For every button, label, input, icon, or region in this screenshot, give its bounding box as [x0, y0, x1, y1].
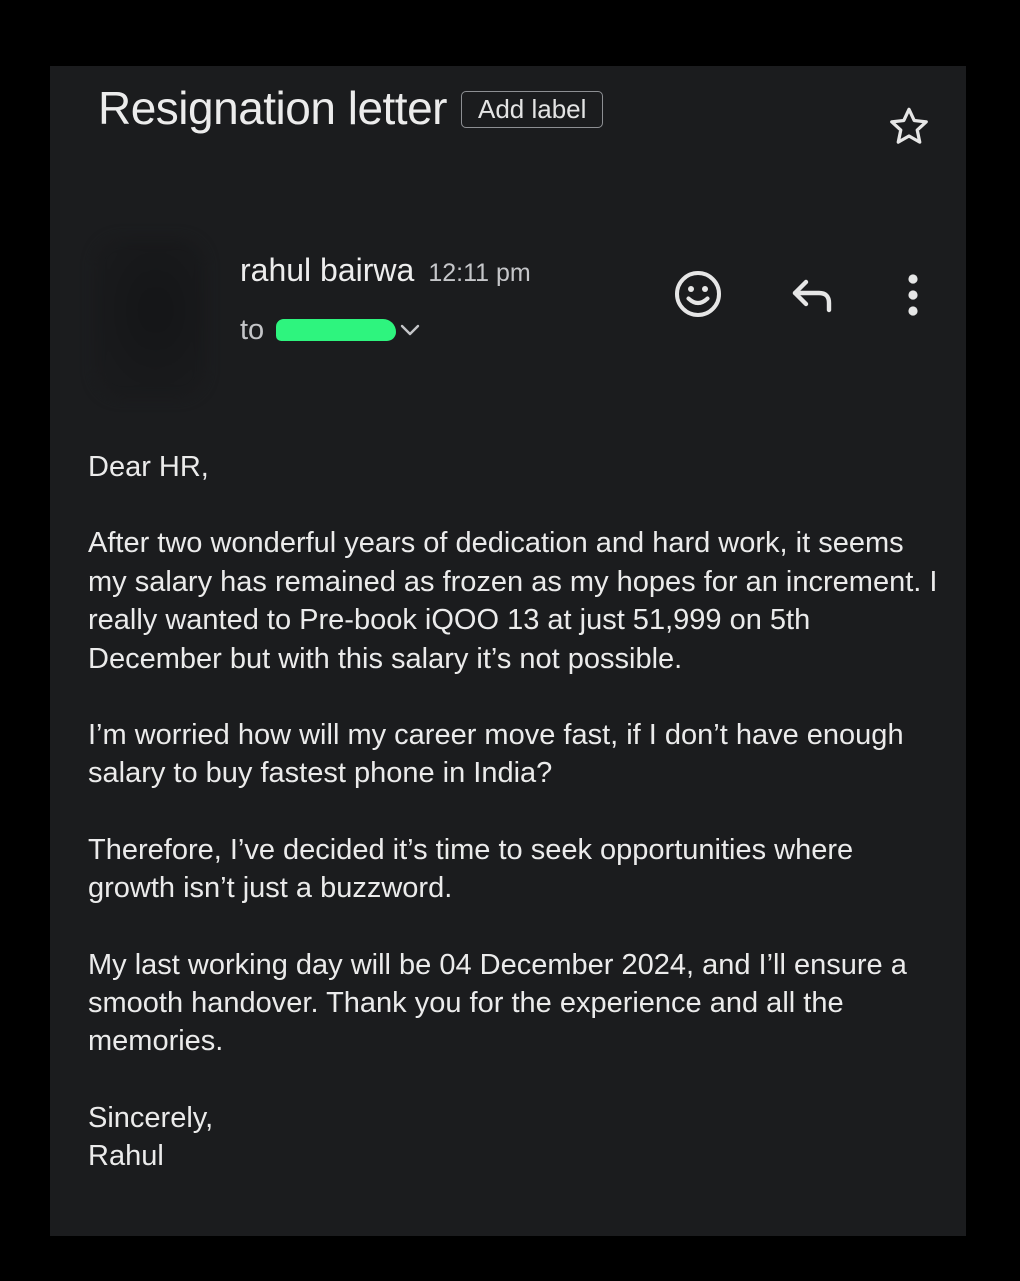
to-label: to: [240, 313, 265, 346]
star-icon[interactable]: [886, 104, 932, 150]
recipient-details-toggle[interactable]: to: [240, 312, 422, 348]
email-view: Resignation letter Add label rahul bairw…: [50, 66, 966, 1236]
avatar[interactable]: [94, 238, 206, 398]
sender-name[interactable]: rahul bairwa: [240, 252, 414, 289]
email-subject: Resignation letter: [98, 82, 447, 134]
greeting: Dear HR,: [88, 451, 209, 483]
body-paragraph: After two wonderful years of dedication …: [88, 527, 938, 675]
email-body: Dear HR, After two wonderful years of de…: [88, 448, 938, 1176]
redacted-recipient: [276, 319, 397, 341]
add-label-button[interactable]: Add label: [460, 90, 604, 128]
body-paragraph: I’m worried how will my career move fast…: [88, 719, 904, 790]
body-paragraph: Therefore, I’ve decided it’s time to see…: [88, 833, 854, 905]
sender-line: rahul bairwa 12:11 pm: [240, 252, 531, 289]
emoji-reaction-icon[interactable]: [672, 268, 724, 320]
chevron-down-icon[interactable]: [398, 321, 422, 339]
more-vert-icon[interactable]: [902, 272, 924, 318]
closing: Sincerely,: [88, 1101, 214, 1134]
signature: Rahul: [88, 1140, 164, 1173]
sent-time: 12:11 pm: [428, 259, 531, 287]
body-paragraph: My last working day will be 04 December …: [88, 948, 907, 1058]
reply-icon[interactable]: [790, 274, 836, 316]
subject-row: Resignation letter Add label: [98, 80, 604, 136]
